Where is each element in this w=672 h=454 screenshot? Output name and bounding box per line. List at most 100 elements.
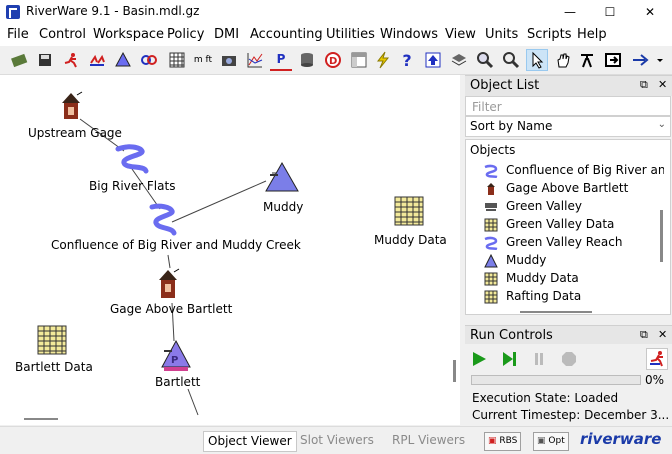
lightning-icon[interactable] [372, 49, 394, 71]
panel-close-icon[interactable]: ✕ [658, 328, 667, 341]
list-item[interactable]: Gage Above Bartlett [484, 180, 664, 198]
plot-icon[interactable] [244, 49, 266, 71]
current-timestep: Current Timestep: December 3... [472, 408, 670, 422]
canvas-vertical-scrollbar[interactable] [453, 360, 456, 382]
run-simulation-icon[interactable] [60, 49, 82, 71]
object-list-horizontal-scrollbar[interactable] [520, 311, 592, 313]
pan-hand-icon[interactable] [552, 49, 574, 71]
riverware-logo: riverware [580, 430, 662, 448]
list-item[interactable]: Muddy Data [484, 270, 664, 288]
muddy-data-label: Muddy Data [374, 233, 447, 247]
grid-icon[interactable] [166, 49, 188, 71]
filter-input[interactable] [470, 98, 669, 116]
zoom-in-icon[interactable] [474, 49, 496, 71]
riverware-app-icon [6, 5, 20, 19]
object-list-title: Object List [470, 78, 540, 93]
bartlett-data-label: Bartlett Data [15, 360, 93, 374]
confluence-label: Confluence of Big River and Muddy Creek [51, 238, 301, 252]
list-item[interactable]: Rafting Data [484, 288, 664, 306]
database-icon[interactable] [296, 49, 318, 71]
menu-workspace[interactable]: Workspace [93, 27, 164, 42]
menu-control[interactable]: Control [39, 27, 86, 42]
export-icon[interactable] [602, 49, 624, 71]
chevron-down-icon: ⌄ [657, 119, 666, 130]
confluence-icon[interactable] [148, 203, 178, 239]
list-item[interactable]: Green Valley [484, 198, 664, 216]
object-list-header: Object List ⧉ ✕ [465, 75, 672, 96]
data-object-icon [484, 218, 498, 232]
menu-accounting[interactable]: Accounting [250, 27, 323, 42]
layers-icon[interactable] [448, 49, 470, 71]
step-run-button[interactable] [498, 348, 520, 370]
policy-icon[interactable]: P [270, 49, 292, 71]
list-item[interactable]: Green Valley Data [484, 216, 664, 234]
open-workspace-icon[interactable] [8, 49, 30, 71]
bartlett-label: Bartlett [155, 375, 201, 389]
dmi-icon[interactable]: D [322, 49, 344, 71]
menu-file[interactable]: File [7, 27, 29, 42]
accounting-icon[interactable] [138, 49, 160, 71]
menu-help[interactable]: Help [577, 27, 607, 42]
minimize-button[interactable]: — [550, 0, 590, 24]
svg-text:D: D [329, 56, 337, 67]
run-controls-header: Run Controls ⧉ ✕ [465, 325, 672, 346]
layout-icon[interactable] [348, 49, 370, 71]
gage-icon [487, 183, 495, 195]
objects-group-header[interactable]: Objects [470, 143, 515, 157]
object-viewer-button[interactable]: Object Viewer [203, 431, 297, 452]
bartlett-data-icon[interactable] [37, 325, 67, 355]
zoom-out-icon[interactable] [500, 49, 522, 71]
canvas-horizontal-scrollbar[interactable] [24, 418, 58, 420]
camera-icon[interactable] [218, 49, 240, 71]
reservoir-icon [484, 254, 498, 268]
rbs-icon: ▣ [488, 436, 497, 446]
undock-icon[interactable]: ⧉ [640, 78, 648, 92]
object-list: Objects Confluence of Big River an Gage … [465, 139, 671, 315]
list-item[interactable]: Muddy [484, 252, 664, 270]
up-icon[interactable] [422, 49, 444, 71]
reach-icon [484, 236, 498, 250]
save-icon[interactable] [34, 49, 56, 71]
start-run-button[interactable] [468, 348, 490, 370]
panel-close-icon[interactable]: ✕ [658, 78, 667, 91]
help-icon[interactable]: ? [396, 49, 418, 71]
big-river-flats-icon[interactable] [114, 143, 150, 179]
pause-run-button[interactable] [528, 348, 550, 370]
pointer-icon[interactable] [526, 49, 548, 71]
upstream-gage-icon[interactable] [60, 91, 84, 121]
arrow-icon[interactable] [630, 49, 666, 71]
muddy-data-icon[interactable] [394, 196, 424, 226]
menu-view[interactable]: View [445, 27, 476, 42]
multiple-run-icon[interactable] [86, 49, 108, 71]
close-button[interactable]: ✕ [630, 0, 670, 24]
menu-dmi[interactable]: DMI [214, 27, 239, 42]
menu-policy[interactable]: Policy [167, 27, 204, 42]
stop-run-button[interactable] [558, 348, 580, 370]
undock-icon[interactable]: ⧉ [640, 328, 648, 342]
list-item[interactable]: Green Valley Reach [484, 234, 664, 252]
menu-utilities[interactable]: Utilities [326, 27, 375, 42]
muddy-icon[interactable] [264, 161, 300, 193]
units-icon[interactable]: m ft [192, 49, 214, 71]
list-item[interactable]: Confluence of Big River an [484, 162, 664, 180]
object-list-vertical-scrollbar[interactable] [660, 210, 663, 262]
gage-above-bartlett-icon[interactable] [157, 268, 181, 300]
slot-viewers-button[interactable]: Slot Viewers [296, 431, 378, 450]
menu-units[interactable]: Units [485, 27, 518, 42]
rbs-badge[interactable]: ▣ RBS [484, 432, 522, 451]
triangle-object-icon[interactable] [112, 49, 134, 71]
sort-value: Sort by Name [470, 119, 553, 133]
execution-state: Execution State: Loaded [472, 391, 619, 405]
rpl-viewers-button[interactable]: RPL Viewers [388, 431, 469, 450]
muddy-label: Muddy [263, 200, 304, 214]
thermal-icon [485, 203, 497, 211]
maximize-button[interactable]: ☐ [590, 0, 630, 24]
opt-badge[interactable]: ▣ Opt [533, 432, 569, 451]
sort-select[interactable]: Sort by Name ⌄ [465, 116, 671, 137]
menu-scripts[interactable]: Scripts [527, 27, 571, 42]
easel-icon[interactable] [576, 49, 598, 71]
menu-windows[interactable]: Windows [380, 27, 438, 42]
workspace-canvas[interactable]: Upstream Gage Big River Flats Muddy Mudd… [0, 75, 460, 425]
filter-field[interactable] [465, 96, 671, 116]
run-mode-button[interactable] [646, 348, 668, 370]
